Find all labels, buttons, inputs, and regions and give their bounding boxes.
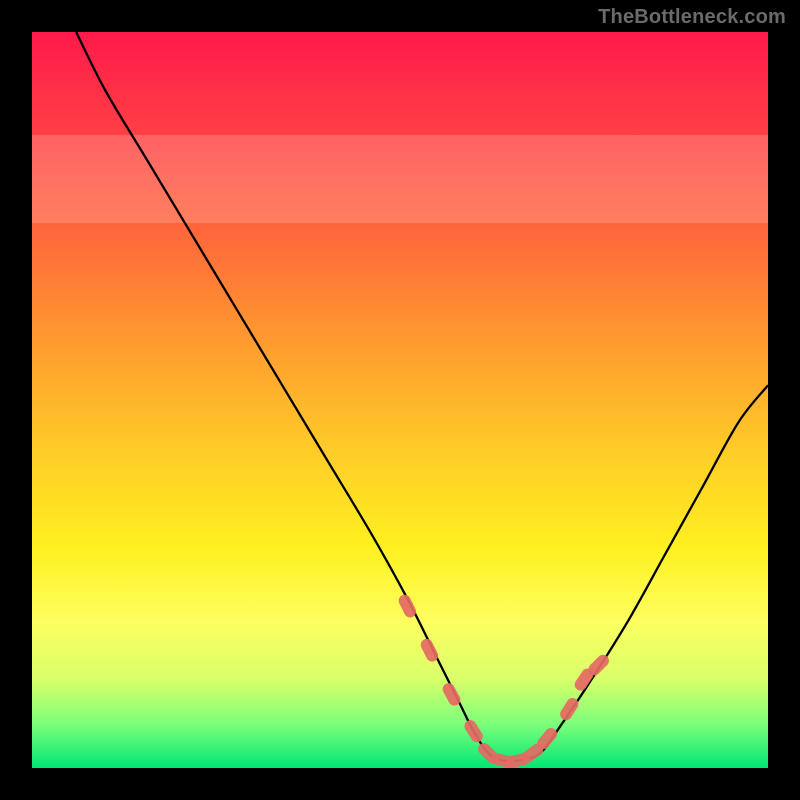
curve-layer [32,32,768,768]
curve-path [76,32,768,762]
attribution-text: TheBottleneck.com [598,6,786,29]
marker-group [397,593,612,768]
marker-point [462,718,485,745]
plot-area [32,32,768,768]
chart-stage: TheBottleneck.com [0,0,800,800]
